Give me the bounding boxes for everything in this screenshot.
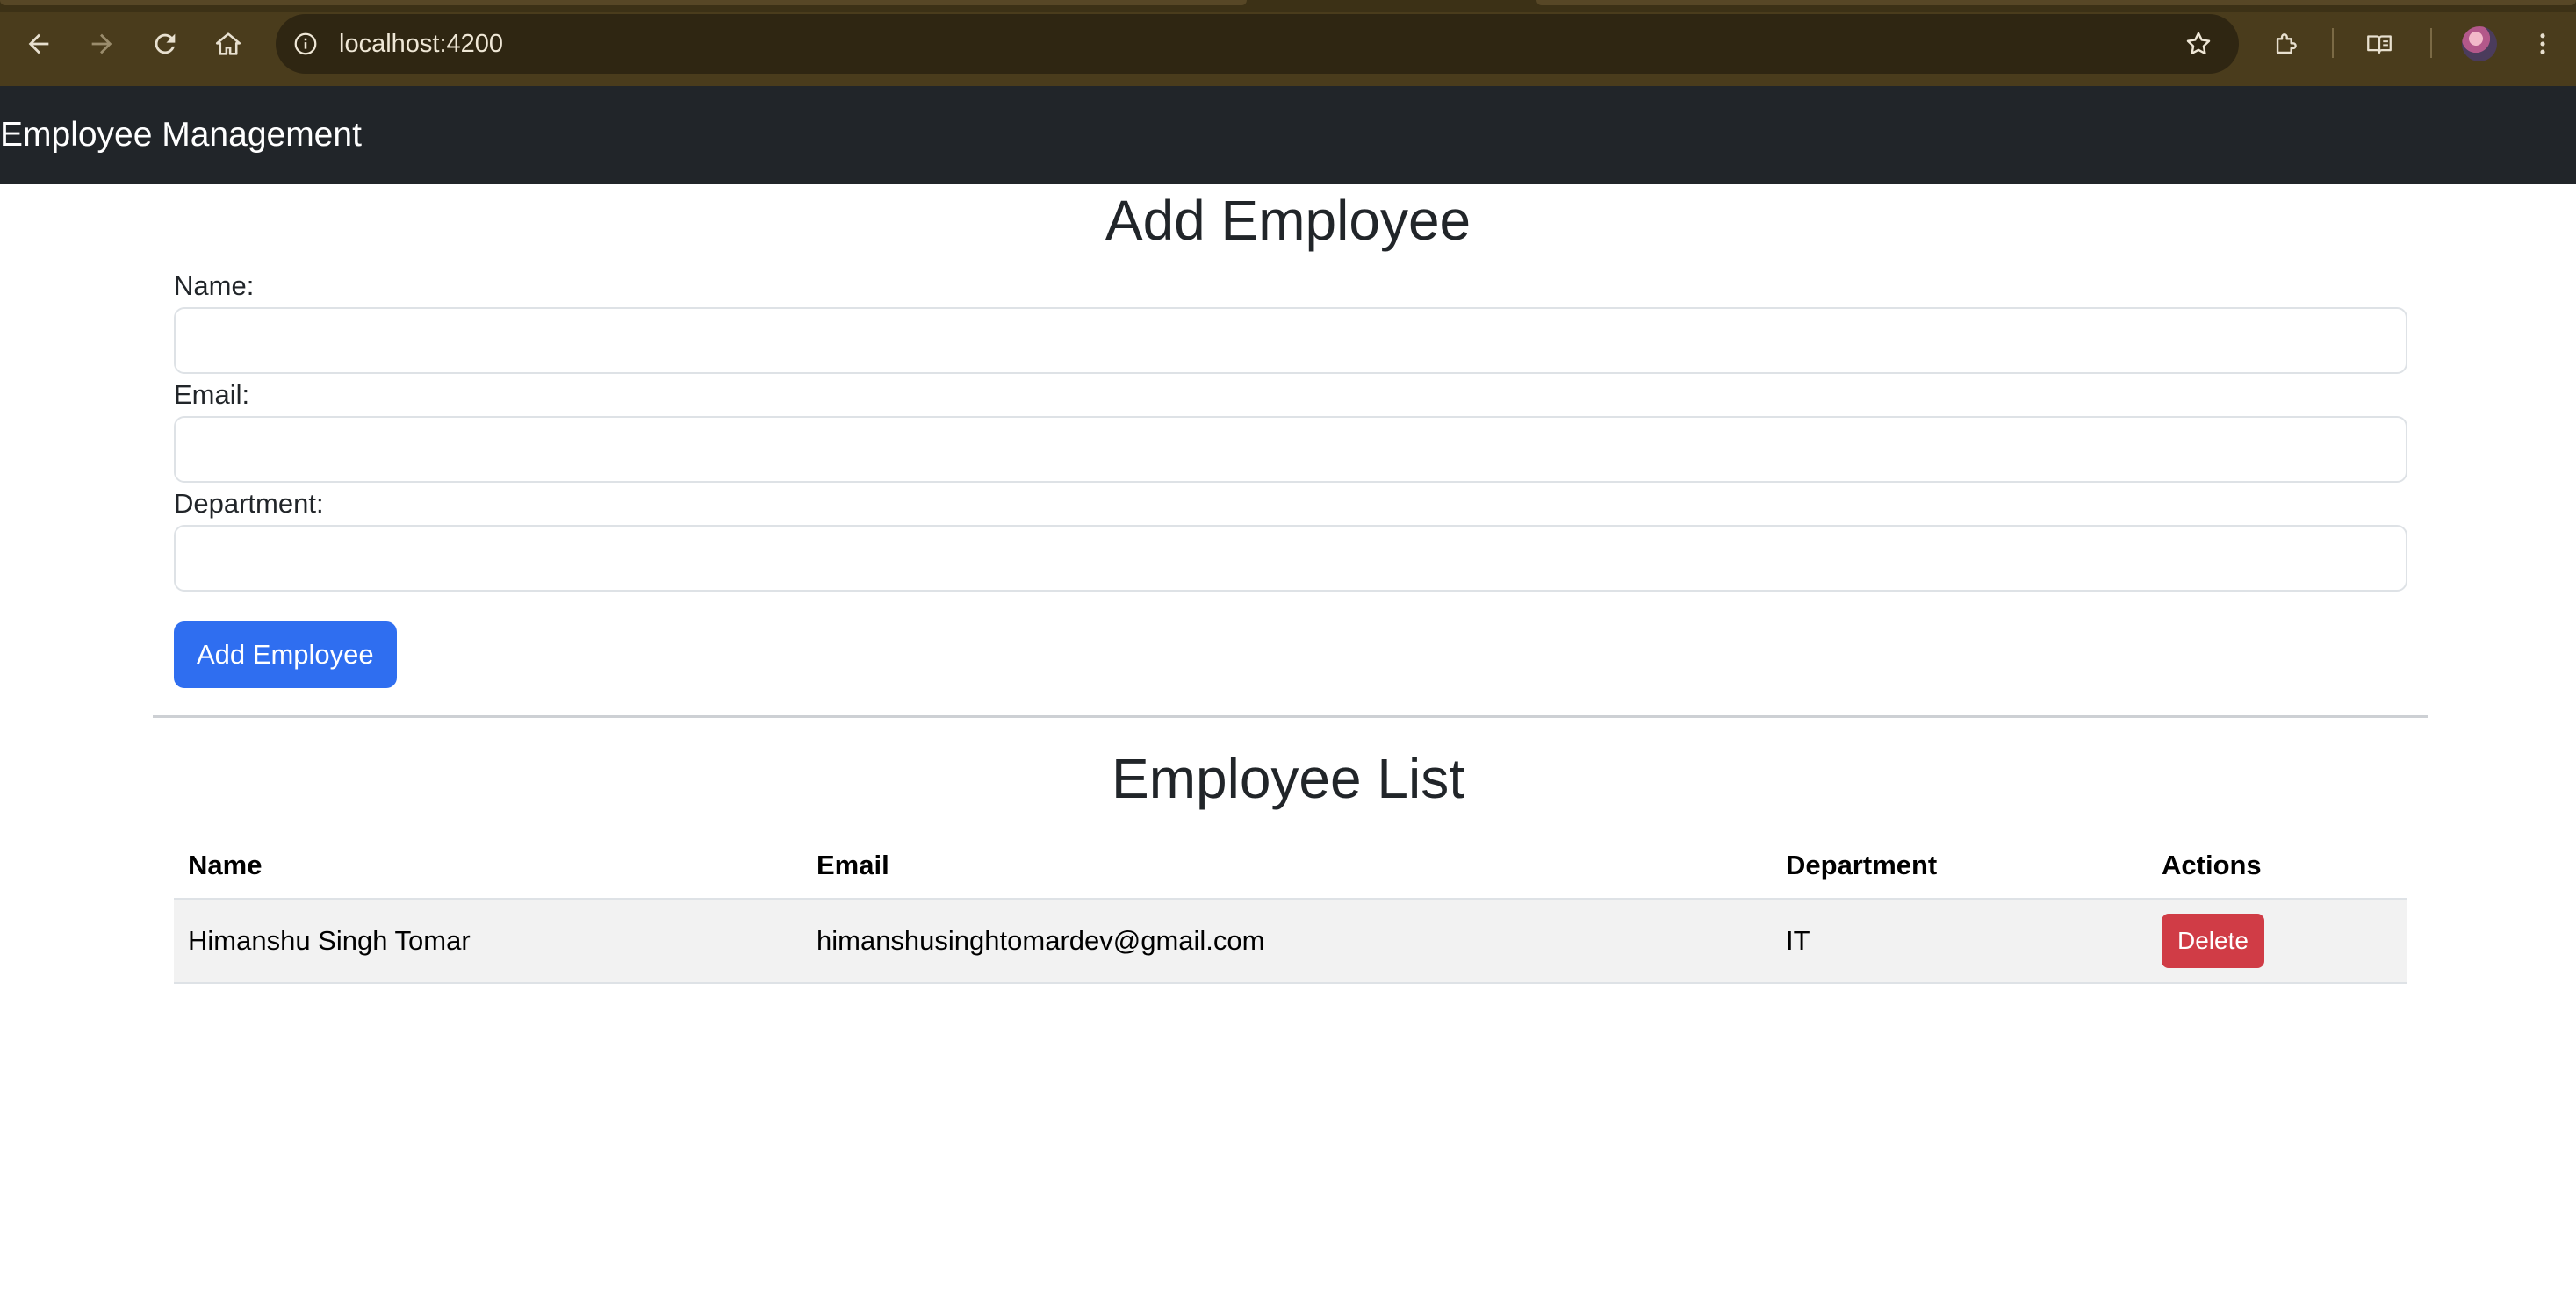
employee-list-title: Employee List — [1112, 747, 1464, 810]
tab[interactable] — [1536, 0, 2576, 5]
puzzle-icon — [2276, 33, 2297, 54]
extensions-button[interactable] — [2262, 19, 2311, 68]
add-employee-button[interactable]: Add Employee — [174, 621, 397, 688]
delete-button[interactable]: Delete — [2162, 914, 2264, 968]
browser-toolbar: localhost:4200 — [0, 0, 2576, 86]
back-button[interactable] — [14, 19, 63, 68]
forward-arrow-icon — [91, 33, 112, 54]
column-header-actions: Actions — [2162, 849, 2262, 880]
name-input[interactable] — [174, 307, 2407, 374]
employee-email-cell: himanshusinghtomardev@gmail.com — [817, 925, 1265, 956]
section-divider — [153, 715, 2428, 718]
department-input[interactable] — [174, 525, 2407, 592]
avatar[interactable] — [2462, 26, 2497, 61]
home-button[interactable] — [204, 19, 253, 68]
employee-department-cell: IT — [1786, 925, 1810, 956]
department-label: Department: — [174, 488, 324, 519]
table-header-row: Name Email Department Actions — [174, 832, 2407, 899]
navbar-brand[interactable]: Employee Management — [0, 86, 362, 184]
toolbar-divider — [2430, 28, 2432, 58]
info-icon[interactable] — [288, 26, 323, 61]
back-arrow-icon — [28, 33, 49, 54]
main-content: Add Employee Name: Email: Department: Ad… — [0, 184, 2576, 1299]
home-icon — [215, 32, 241, 55]
star-icon[interactable] — [2179, 25, 2218, 63]
add-employee-title: Add Employee — [1105, 189, 1471, 252]
column-header-name: Name — [188, 849, 263, 880]
tab[interactable] — [0, 0, 1247, 5]
menu-button[interactable] — [2518, 19, 2567, 68]
employee-table: Name Email Department Actions Himanshu S… — [174, 832, 2407, 984]
address-bar[interactable]: localhost:4200 — [276, 14, 2239, 74]
reading-list-icon — [2367, 35, 2392, 54]
app-navbar: Employee Management — [0, 86, 2576, 184]
table-row: Himanshu Singh Tomar himanshusinghtomard… — [174, 899, 2407, 983]
forward-button[interactable] — [77, 19, 126, 68]
toolbar-divider — [2332, 28, 2334, 58]
column-header-department: Department — [1786, 849, 1938, 880]
employee-actions-cell: Delete — [2148, 899, 2407, 983]
url-text[interactable]: localhost:4200 — [339, 14, 503, 74]
reload-icon — [155, 33, 176, 54]
column-header-email: Email — [817, 849, 889, 880]
name-label: Name: — [174, 270, 255, 301]
kebab-menu-icon — [2540, 33, 2545, 54]
email-input[interactable] — [174, 416, 2407, 483]
reload-button[interactable] — [140, 19, 190, 68]
email-label: Email: — [174, 379, 250, 410]
reading-list-button[interactable] — [2355, 19, 2404, 68]
employee-name-cell: Himanshu Singh Tomar — [188, 925, 471, 956]
